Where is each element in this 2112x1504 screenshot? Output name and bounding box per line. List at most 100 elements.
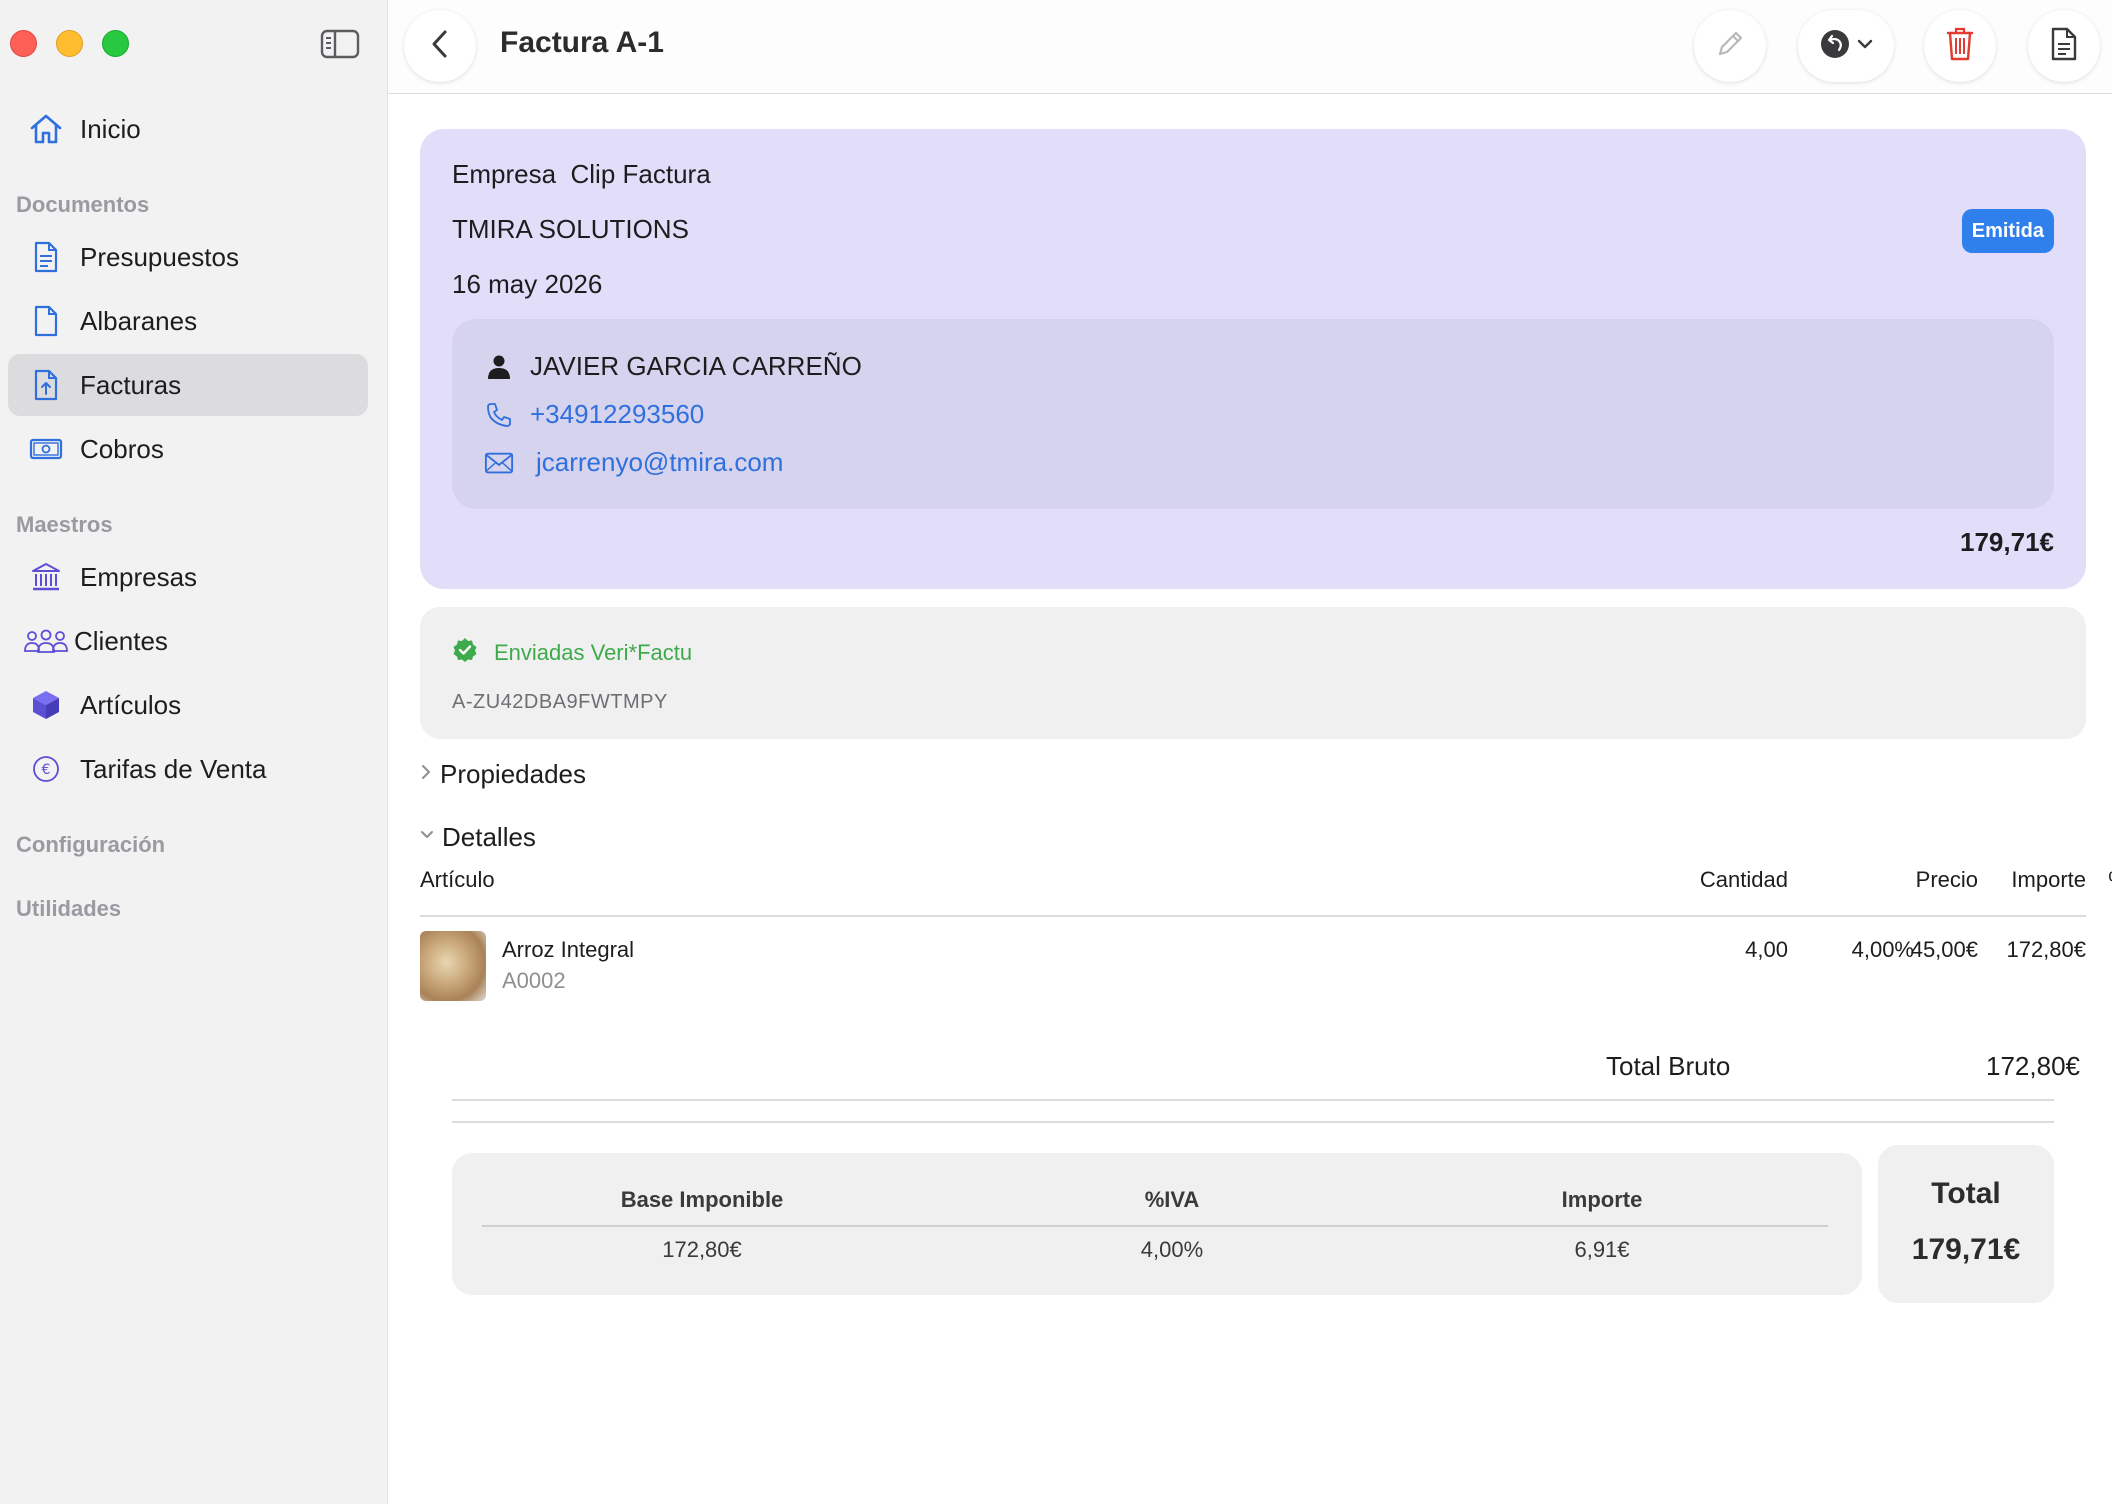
people-icon bbox=[22, 623, 70, 659]
zoom-window-button[interactable] bbox=[102, 30, 129, 57]
grand-total-label: Total bbox=[1931, 1177, 2001, 1210]
contact-name: JAVIER GARCIA CARREÑO bbox=[530, 351, 862, 381]
sidebar-item-articulos[interactable]: Artículos bbox=[8, 674, 368, 736]
invoice-total: 179,71€ bbox=[1960, 527, 2054, 557]
phone-icon bbox=[484, 400, 514, 430]
contact-email-row[interactable]: jcarrenyo@tmira.com bbox=[484, 447, 783, 478]
sidebar-item-clientes[interactable]: Clientes bbox=[8, 610, 368, 672]
section-heading-utilidades[interactable]: Utilidades bbox=[16, 896, 121, 922]
svg-text:€: € bbox=[42, 762, 51, 778]
details-disclosure[interactable]: Detalles bbox=[420, 822, 536, 853]
article-code: A0002 bbox=[502, 968, 566, 993]
edit-button[interactable] bbox=[1694, 10, 1766, 82]
properties-disclosure[interactable]: Propiedades bbox=[420, 759, 586, 790]
person-icon bbox=[484, 352, 514, 382]
divider bbox=[452, 1099, 2054, 1101]
column-header-amount: Importe bbox=[2011, 867, 2086, 892]
tax-breakdown-card: Base Imponible %IVA Importe 172,80€ 4,00… bbox=[452, 1153, 1862, 1295]
sidebar-item-albaranes[interactable]: Albaranes bbox=[8, 290, 368, 352]
sidebar-item-tarifas-de-venta[interactable]: € Tarifas de Venta bbox=[8, 738, 368, 800]
close-window-button[interactable] bbox=[10, 30, 37, 57]
document-icon bbox=[28, 303, 64, 339]
sidebar-item-label: Tarifas de Venta bbox=[80, 753, 267, 784]
verifactu-status: Enviadas Veri*Factu bbox=[452, 637, 692, 668]
sidebar-item-label: Albaranes bbox=[80, 305, 198, 336]
contact-box: JAVIER GARCIA CARREÑO +34912293560 jcarr… bbox=[452, 319, 2054, 509]
article-amount: 172,80€ bbox=[2006, 937, 2086, 962]
sidebar-item-cobros[interactable]: Cobros bbox=[8, 418, 368, 480]
document-icon bbox=[2050, 27, 2078, 66]
tax-header-base: Base Imponible bbox=[620, 1187, 784, 1212]
page-title: Factura A-1 bbox=[500, 26, 664, 59]
pencil-icon bbox=[1714, 28, 1746, 65]
article-discount: 4,00% bbox=[1851, 937, 1914, 962]
table-divider bbox=[420, 915, 2086, 917]
grand-total-card: Total 179,71€ bbox=[1878, 1145, 2054, 1303]
article-quantity: 4,00 bbox=[1745, 937, 1788, 962]
sidebar-item-empresas[interactable]: Empresas bbox=[8, 546, 368, 608]
gross-total-label: Total Bruto bbox=[1606, 1051, 1731, 1081]
house-icon bbox=[28, 111, 64, 147]
bank-building-icon bbox=[28, 559, 64, 595]
chevron-down-icon bbox=[1857, 37, 1873, 55]
sidebar-item-label: Artículos bbox=[80, 689, 182, 720]
company-label: Empresa bbox=[452, 159, 557, 189]
chevron-down-icon bbox=[420, 825, 434, 850]
article-name: Arroz Integral bbox=[502, 937, 635, 962]
toolbar: Factura A-1 bbox=[388, 0, 2112, 94]
sidebar-item-inicio[interactable]: Inicio bbox=[8, 98, 368, 160]
cube-icon bbox=[28, 687, 64, 723]
grand-total-value: 179,71€ bbox=[1911, 1233, 2021, 1266]
back-button[interactable] bbox=[404, 10, 476, 82]
minimize-window-button[interactable] bbox=[56, 30, 83, 57]
section-heading-maestros: Maestros bbox=[16, 512, 113, 537]
details-label: Detalles bbox=[442, 822, 536, 852]
section-heading-configuracion[interactable]: Configuración bbox=[16, 832, 165, 858]
contact-phone-link[interactable]: +34912293560 bbox=[530, 399, 704, 430]
invoice-header-card[interactable]: Empresa Clip Factura TMIRA SOLUTIONS 16 … bbox=[420, 129, 2086, 589]
tax-value-amount: 6,91€ bbox=[1574, 1237, 1630, 1262]
sidebar-item-label: Cobros bbox=[80, 433, 164, 464]
tax-header-amount: Importe bbox=[1561, 1187, 1643, 1212]
chevron-right-icon bbox=[420, 762, 432, 787]
undo-menu-button[interactable] bbox=[1798, 10, 1894, 82]
contact-name-row: JAVIER GARCIA CARREÑO bbox=[484, 351, 862, 382]
invoice-date: 16 may 2026 bbox=[452, 269, 603, 299]
contact-phone-row[interactable]: +34912293560 bbox=[484, 399, 704, 430]
sidebar-item-label: Clientes bbox=[74, 625, 168, 656]
sidebar-item-facturas[interactable]: Facturas bbox=[8, 354, 368, 416]
document-arrow-icon bbox=[28, 367, 64, 403]
delete-button[interactable] bbox=[1924, 10, 1996, 82]
verifactu-code: A-ZU42DBA9FWTMPY bbox=[452, 691, 668, 713]
window-controls bbox=[10, 30, 129, 57]
tax-header-vat: %IVA bbox=[1144, 1187, 1200, 1212]
sidebar-item-label: Inicio bbox=[80, 113, 141, 144]
banknote-icon bbox=[28, 431, 64, 467]
article-thumbnail bbox=[420, 931, 486, 1001]
divider bbox=[452, 1121, 2054, 1123]
undo-circle-icon bbox=[1819, 28, 1851, 65]
column-header-quantity: Cantidad bbox=[1699, 867, 1788, 892]
properties-label: Propiedades bbox=[440, 759, 586, 789]
sidebar-toggle-icon[interactable] bbox=[320, 28, 360, 60]
checkmark-seal-icon bbox=[452, 637, 478, 668]
tax-value-vat: 4,00% bbox=[1140, 1237, 1204, 1262]
contact-email-link[interactable]: jcarrenyo@tmira.com bbox=[536, 447, 783, 478]
main-content: Empresa Clip Factura TMIRA SOLUTIONS 16 … bbox=[388, 95, 2112, 1504]
gross-total-value: 172,80€ bbox=[1986, 1051, 2080, 1081]
status-badge: Emitida bbox=[1961, 209, 2054, 253]
tax-divider bbox=[482, 1225, 1828, 1227]
document-button[interactable] bbox=[2028, 10, 2100, 82]
sidebar-item-label: Facturas bbox=[80, 369, 182, 400]
envelope-icon bbox=[484, 448, 514, 478]
column-header-article: Artículo bbox=[420, 867, 495, 892]
sidebar: Inicio Documentos Presupuestos Albaranes… bbox=[0, 0, 388, 1504]
client-name: TMIRA SOLUTIONS bbox=[452, 214, 689, 244]
verifactu-status-text: Enviadas Veri*Factu bbox=[494, 639, 693, 665]
chevron-left-icon bbox=[428, 28, 452, 65]
sidebar-item-presupuestos[interactable]: Presupuestos bbox=[8, 226, 368, 288]
tax-value-base: 172,80€ bbox=[662, 1237, 742, 1262]
company-value: Clip Factura bbox=[570, 159, 711, 189]
sidebar-item-label: Empresas bbox=[80, 561, 198, 592]
trash-icon bbox=[1945, 26, 1975, 67]
